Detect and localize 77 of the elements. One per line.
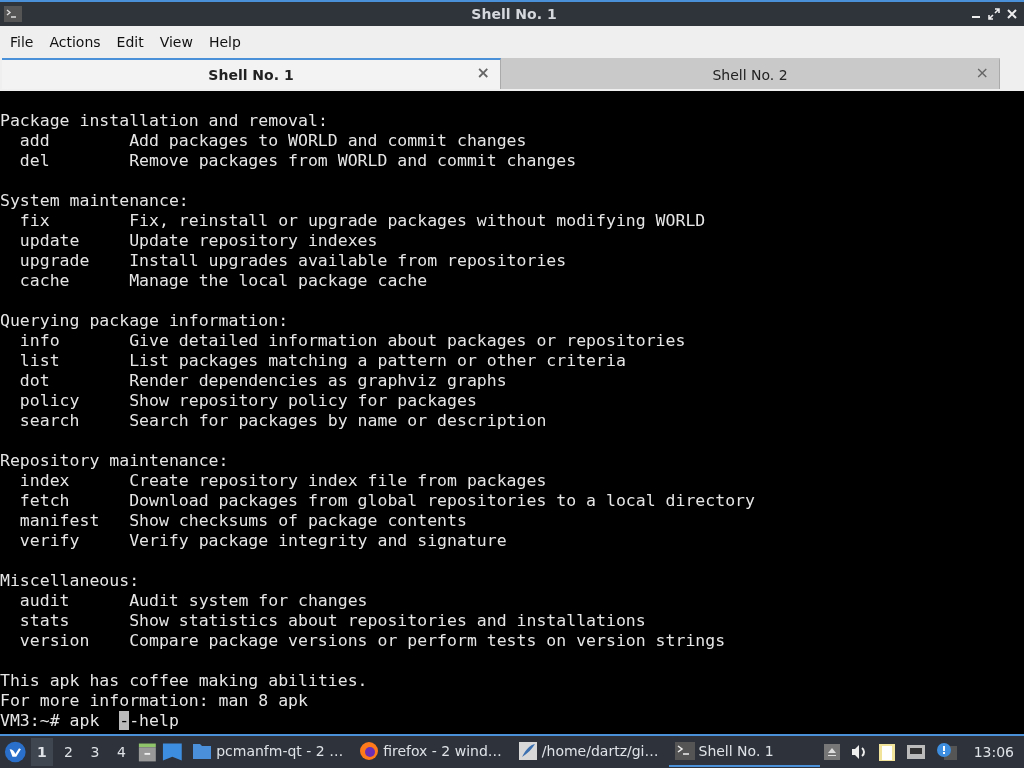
tab-close-button[interactable]: × — [476, 63, 490, 82]
maximize-icon[interactable] — [988, 8, 1000, 20]
command-description: Give detailed information about packages or repositories — [129, 331, 686, 351]
quill-icon — [517, 741, 538, 761]
desktop-icon[interactable] — [161, 742, 183, 762]
command-name: stats — [19, 611, 71, 631]
section-heading: Miscellaneous: — [0, 571, 140, 591]
command-name: index — [19, 471, 71, 491]
taskbar-button[interactable]: /home/dartz/gi… — [511, 737, 665, 767]
command-name: del — [19, 151, 51, 171]
eject-icon[interactable] — [823, 744, 840, 760]
desktop-switch[interactable]: 3 — [83, 738, 107, 766]
browser-icon — [359, 741, 380, 761]
command-description: List packages matching a pattern or other criteria — [129, 351, 626, 371]
command-description: Search for packages by name or description — [129, 411, 547, 431]
command-name: list — [19, 351, 61, 371]
tab-close-button[interactable]: × — [975, 63, 989, 82]
clipboard-icon[interactable] — [877, 742, 896, 762]
tab[interactable]: Shell No. 1 × — [2, 58, 501, 89]
command-description: Compare package versions or perform tests on version strings — [129, 631, 726, 651]
command-description: Verify package integrity and signature — [129, 531, 507, 551]
clock[interactable]: 13:06 — [973, 744, 1014, 760]
command-description: Create repository index file from packages — [129, 471, 547, 491]
command-description: Add packages to WORLD and commit changes — [129, 131, 527, 151]
command-description: Install upgrades available from repositories — [129, 251, 567, 271]
section-heading: Querying package information: — [0, 311, 289, 331]
command-name: update — [19, 231, 81, 251]
window-title: Shell No. 1 — [470, 6, 558, 22]
command-description: Manage the local package cache — [129, 271, 428, 291]
command-name: fix — [19, 211, 51, 231]
command-name: cache — [19, 271, 71, 291]
menu-item[interactable]: View — [151, 34, 201, 50]
command-description: Audit system for changes — [129, 591, 368, 611]
close-icon[interactable] — [1006, 8, 1018, 20]
command-name: search — [19, 411, 81, 431]
volume-icon[interactable] — [849, 744, 868, 760]
taskbar-button[interactable]: pcmanfm-qt - 2 … — [186, 737, 350, 767]
command-name: policy — [19, 391, 81, 411]
terminal-icon — [674, 742, 695, 760]
command-description: Show statistics about repositories and installations — [129, 611, 646, 631]
command-description: Show repository policy for packages — [129, 391, 477, 411]
file-cabinet-icon[interactable] — [136, 741, 158, 763]
command-name: manifest — [19, 511, 101, 531]
command-description: Remove packages from WORLD and commit changes — [129, 151, 577, 171]
notification-icon[interactable] — [935, 742, 958, 762]
command-description: Update repository indexes — [129, 231, 378, 251]
terminal-icon — [4, 6, 22, 22]
desktop-switch[interactable]: 2 — [57, 738, 80, 766]
desktop-switch[interactable]: 1 — [30, 738, 54, 766]
command-name: verify — [19, 531, 81, 551]
menu-item[interactable]: Edit — [108, 34, 152, 50]
command-name: dot — [19, 371, 51, 391]
desktop-switch[interactable]: 4 — [110, 738, 133, 766]
menu-item[interactable]: Actions — [41, 34, 109, 50]
command-description: Download packages from global repositories to a local directory — [129, 491, 755, 511]
command-name: version — [19, 631, 91, 651]
tab[interactable]: Shell No. 2 × — [501, 58, 1000, 89]
command-description: Fix, reinstall or upgrade packages without modifying WORLD — [129, 211, 706, 231]
output-line: This apk has coffee making abilities. — [0, 671, 368, 691]
output-line: For more information: man 8 apk — [0, 691, 308, 711]
command-name: add — [19, 131, 51, 151]
command-name: upgrade — [19, 251, 91, 271]
command-name: info — [19, 331, 61, 351]
section-heading: Repository maintenance: — [0, 451, 229, 471]
folder-icon — [192, 742, 213, 760]
menu-item[interactable]: File — [2, 34, 42, 50]
command-name: audit — [19, 591, 71, 611]
section-heading: System maintenance: — [0, 191, 189, 211]
section-heading: Package installation and removal: — [0, 111, 328, 131]
command-prompt: VM3:~# apk --help — [0, 711, 179, 731]
command-name: fetch — [19, 491, 71, 511]
network-icon[interactable] — [905, 743, 926, 761]
taskbar-button[interactable]: Shell No. 1 — [668, 737, 820, 767]
command-description: Show checksums of package contents — [129, 511, 467, 531]
command-description: Render dependencies as graphviz graphs — [129, 371, 507, 391]
taskbar-button[interactable]: firefox - 2 wind… — [353, 737, 508, 767]
menu-item[interactable]: Help — [200, 34, 249, 50]
